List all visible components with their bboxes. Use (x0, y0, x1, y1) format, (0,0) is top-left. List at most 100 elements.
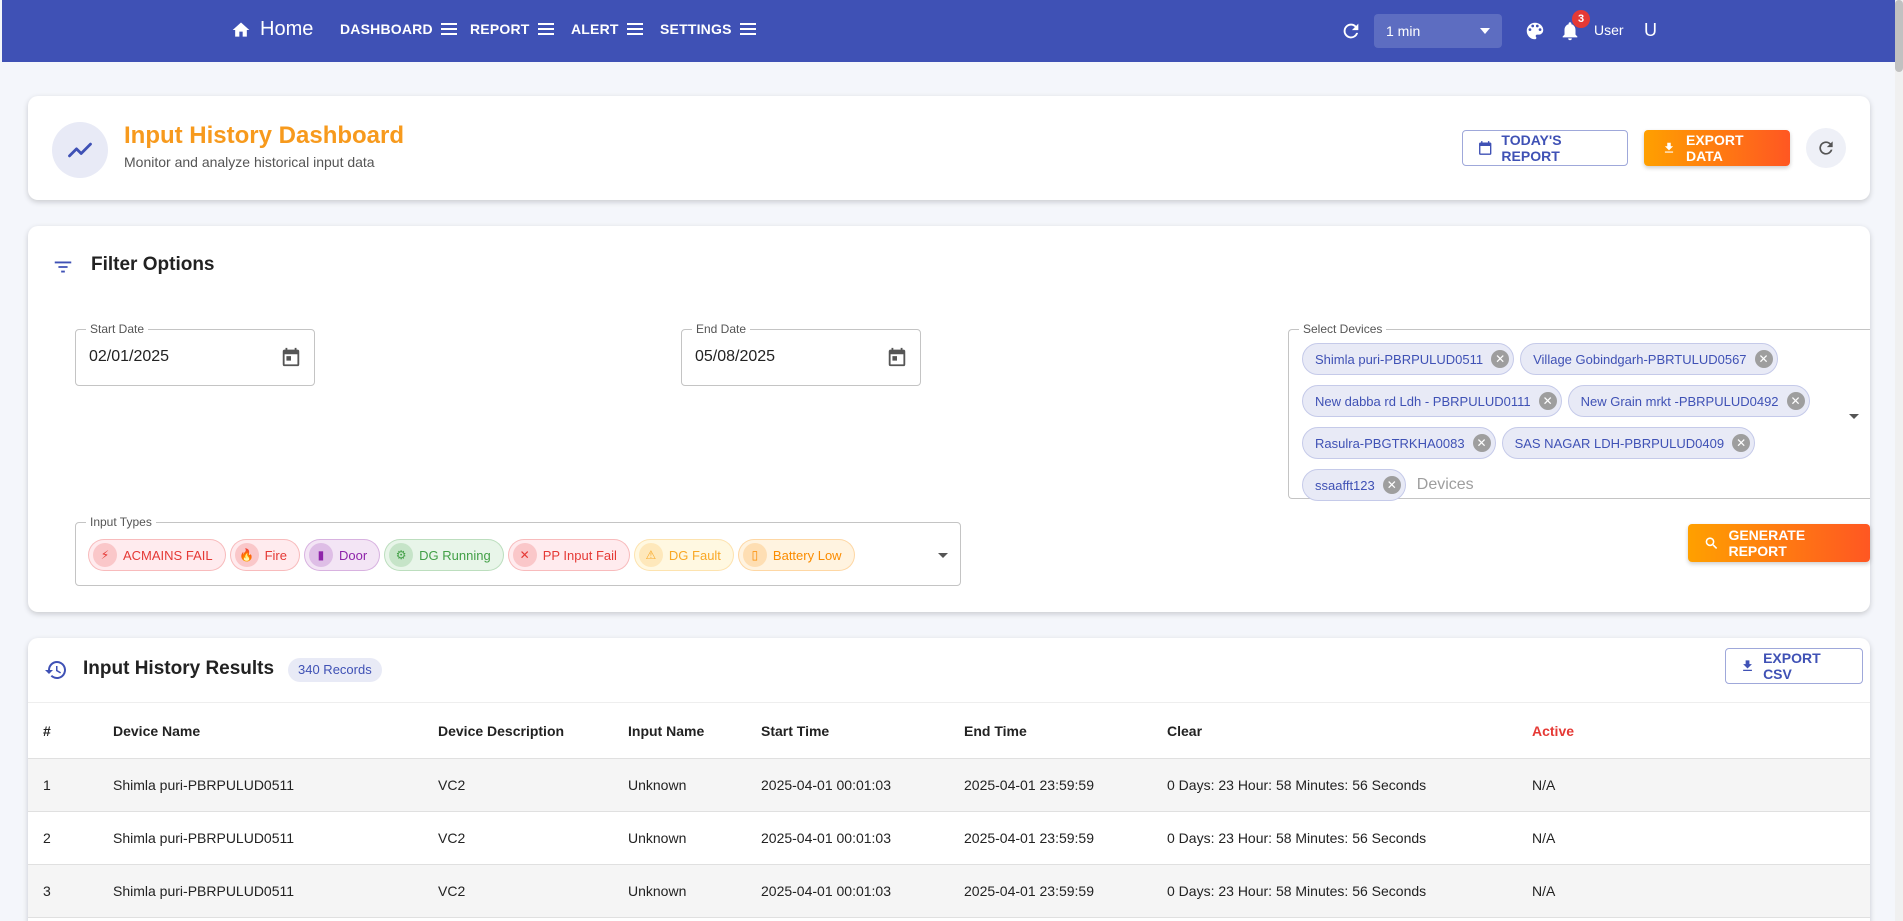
column-header[interactable]: End Time (964, 702, 1167, 759)
nav-settings[interactable]: SETTINGS (660, 21, 756, 37)
device-chip[interactable]: SAS NAGAR LDH-PBRPULUD0409 ✕ (1501, 427, 1756, 459)
refresh-icon (1819, 141, 1833, 155)
device-chip[interactable]: Shimla puri-PBRPULUD0511 ✕ (1302, 343, 1515, 375)
input-type-chip[interactable]: 🔥 Fire (229, 539, 300, 571)
table-cell: Unknown (628, 811, 761, 865)
close-icon[interactable]: ✕ (1538, 392, 1557, 410)
refresh-button[interactable] (1806, 128, 1846, 168)
trending-icon-avatar (52, 122, 108, 178)
export-data-button[interactable]: EXPORT DATA (1644, 130, 1790, 166)
scrollbar[interactable] (1895, 0, 1903, 921)
table-cell: 2025-04-01 23:59:59 (964, 811, 1167, 865)
table-row[interactable]: 2 Shimla puri-PBRPULUD0511 VC2 Unknown 2025-… (28, 811, 1870, 865)
devices-input[interactable]: Devices (1417, 476, 1474, 494)
nav-alert[interactable]: ALERT (571, 21, 643, 37)
table-cell: VC2 (438, 811, 628, 865)
table-row[interactable]: 1 Shimla puri-PBRPULUD0511 VC2 Unknown 2025-… (28, 758, 1870, 812)
refresh-interval-select[interactable]: 1 min (1374, 14, 1502, 48)
page-title: Input History Dashboard (124, 122, 405, 149)
nav-report[interactable]: REPORT (470, 21, 554, 37)
table-cell: Shimla puri-PBRPULUD0511 (113, 758, 438, 812)
select-devices-field[interactable]: Select Devices Shimla puri-PBRPULUD0511 ✕… (1288, 322, 1870, 501)
end-date-field[interactable]: End Date 05/08/2025 (681, 322, 921, 386)
notification-count-badge: 3 (1572, 10, 1590, 28)
palette-icon[interactable] (1524, 20, 1546, 42)
table-cell: 2025-04-01 00:01:03 (761, 811, 964, 865)
avatar[interactable]: U (1644, 20, 1657, 41)
calendar-icon[interactable] (280, 346, 302, 368)
input-type-chip[interactable]: ⚠ DG Fault (633, 539, 734, 571)
table-cell: N/A (1532, 758, 1870, 812)
input-type-chip[interactable]: ▮ Door (303, 539, 381, 571)
page-subtitle: Monitor and analyze historical input dat… (124, 154, 375, 170)
nav-home[interactable]: Home (230, 18, 313, 41)
device-chip[interactable]: New dabba rd Ldh - PBRPULUD0111 ✕ (1302, 385, 1562, 417)
input-type-chip[interactable]: ✕ PP Input Fail (507, 539, 630, 571)
filter-options-title: Filter Options (91, 254, 215, 275)
close-icon[interactable]: ✕ (1491, 350, 1510, 368)
input-type-icon: ✕ (512, 543, 537, 567)
input-type-label: PP Input Fail (542, 547, 617, 563)
chevron-down-icon[interactable] (938, 553, 948, 558)
select-devices-label: Select Devices (1299, 322, 1387, 336)
menu-icon (440, 23, 457, 35)
end-date-value: 05/08/2025 (695, 348, 776, 365)
dashboard-header-card: Input History Dashboard Monitor and anal… (28, 96, 1870, 200)
table-cell: 0 Days: 23 Hour: 58 Minutes: 56 Seconds (1167, 864, 1532, 918)
input-type-chip[interactable]: ⚙ DG Running (384, 539, 504, 571)
close-icon[interactable]: ✕ (1786, 392, 1805, 410)
column-header[interactable]: Active (1532, 702, 1870, 759)
input-types-field[interactable]: Input Types ⚡ ACMAINS FAIL 🔥 Fire ▮ Door ⚙ DG R… (75, 515, 961, 586)
input-type-chip[interactable]: ⚡ ACMAINS FAIL (88, 539, 226, 571)
input-type-icon: ▯ (742, 543, 767, 567)
column-header[interactable]: Device Name (113, 702, 438, 759)
calendar-icon[interactable] (886, 346, 908, 368)
table-cell: VC2 (438, 758, 628, 812)
column-header[interactable]: # (28, 702, 113, 759)
refresh-icon[interactable] (1340, 20, 1362, 42)
generate-report-button[interactable]: GENERATE REPORT (1688, 524, 1870, 562)
download-icon (1664, 142, 1674, 153)
trending-up-icon (68, 142, 92, 158)
close-icon[interactable]: ✕ (1732, 434, 1751, 452)
results-table: # Device Name Device Description Input N… (28, 702, 1870, 918)
table-cell: 2025-04-01 00:01:03 (761, 758, 964, 812)
input-type-icon: ⚡ (93, 543, 117, 567)
column-header[interactable]: Clear (1167, 702, 1532, 759)
start-date-field[interactable]: Start Date 02/01/2025 (75, 322, 315, 386)
table-cell: N/A (1532, 864, 1870, 918)
menu-icon (626, 23, 643, 35)
scrollbar-thumb[interactable] (1895, 0, 1903, 72)
column-header[interactable]: Device Description (438, 702, 628, 759)
table-cell: 0 Days: 23 Hour: 58 Minutes: 56 Seconds (1167, 758, 1532, 812)
input-type-chip[interactable]: ▯ Battery Low (737, 539, 855, 571)
export-csv-button[interactable]: EXPORT CSV (1725, 648, 1863, 684)
search-icon (1705, 537, 1718, 549)
device-chip[interactable]: New Grain mrkt -PBRPULUD0492 ✕ (1567, 385, 1810, 417)
table-cell: 2025-04-01 23:59:59 (964, 864, 1167, 918)
device-chip[interactable]: Rasulra-PBGTRKHA0083 ✕ (1302, 427, 1496, 459)
table-cell: 3 (28, 864, 113, 918)
menu-icon (739, 23, 756, 35)
device-chip[interactable]: Village Gobindgarh-PBRTULUD0567 ✕ (1520, 343, 1778, 375)
nav-home-label: Home (260, 18, 314, 40)
close-icon[interactable]: ✕ (1382, 476, 1401, 494)
close-icon[interactable]: ✕ (1754, 350, 1773, 368)
device-chips: Shimla puri-PBRPULUD0511 ✕ Village Gobindg… (1299, 338, 1839, 506)
column-header[interactable]: Start Time (761, 702, 964, 759)
table-cell: Shimla puri-PBRPULUD0511 (113, 864, 438, 918)
table-cell: N/A (1532, 811, 1870, 865)
top-app-bar: Home DASHBOARD REPORT ALERT SETTINGS 1 m… (2, 0, 1895, 62)
close-icon[interactable]: ✕ (1472, 434, 1491, 452)
nav-dashboard[interactable]: DASHBOARD (340, 21, 457, 37)
home-icon (232, 22, 250, 37)
chevron-down-icon[interactable] (1849, 414, 1859, 419)
input-type-label: Battery Low (772, 547, 842, 563)
column-header[interactable]: Input Name (628, 702, 761, 759)
input-type-label: DG Fault (668, 547, 721, 563)
todays-report-button[interactable]: TODAY'S REPORT (1462, 130, 1628, 166)
user-label[interactable]: User (1594, 22, 1624, 38)
table-row[interactable]: 3 Shimla puri-PBRPULUD0511 VC2 Unknown 2025-… (28, 864, 1870, 918)
record-count-badge: 340 Records (288, 658, 382, 682)
device-chip[interactable]: ssaafft123 ✕ (1302, 469, 1406, 501)
